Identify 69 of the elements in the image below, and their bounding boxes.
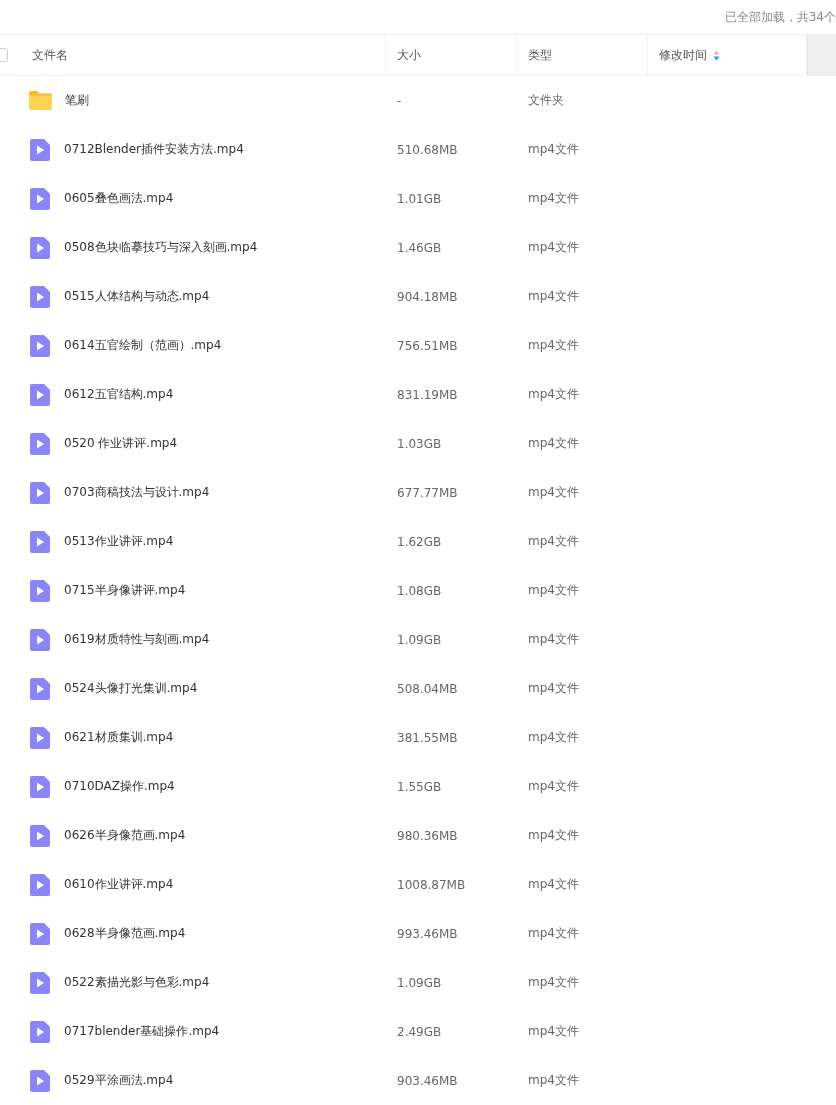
file-size: 903.46MB — [397, 1073, 458, 1088]
file-name[interactable]: 0628半身像范画.mp4 — [64, 925, 186, 942]
file-size: 381.55MB — [397, 730, 458, 745]
file-name[interactable]: 0710DAZ操作.mp4 — [64, 778, 175, 795]
file-name[interactable]: 0614五官绘制（范画）.mp4 — [64, 337, 222, 354]
file-size: 2.49GB — [397, 1024, 442, 1039]
file-name[interactable]: 笔刷 — [65, 92, 89, 109]
file-name[interactable]: 0621材质集训.mp4 — [64, 729, 174, 746]
file-size: 1.55GB — [397, 779, 442, 794]
file-type: mp4文件 — [528, 877, 579, 891]
sort-icon[interactable] — [713, 49, 720, 61]
file-size: 1.08GB — [397, 583, 442, 598]
column-header[interactable]: 大小 — [397, 46, 421, 64]
file-name[interactable]: 0513作业讲评.mp4 — [64, 533, 174, 550]
file-type: mp4文件 — [528, 975, 579, 989]
file-type: mp4文件 — [528, 191, 579, 205]
file-size: 980.36MB — [397, 828, 458, 843]
file-type: mp4文件 — [528, 1073, 579, 1087]
file-size: 1.09GB — [397, 975, 442, 990]
file-size: 831.19MB — [397, 387, 458, 402]
file-type: mp4文件 — [528, 142, 579, 156]
file-type: mp4文件 — [528, 1024, 579, 1038]
file-type: 文件夹 — [528, 93, 564, 107]
file-name[interactable]: 0715半身像讲评.mp4 — [64, 582, 186, 599]
file-type: mp4文件 — [528, 583, 579, 597]
file-size: 510.68MB — [397, 142, 458, 157]
file-name[interactable]: 0522素描光影与色彩.mp4 — [64, 974, 210, 991]
file-size: 904.18MB — [397, 289, 458, 304]
file-name[interactable]: 0703商稿技法与设计.mp4 — [64, 484, 210, 501]
file-type: mp4文件 — [528, 681, 579, 695]
file-name[interactable]: 0508色块临摹技巧与深入刻画.mp4 — [64, 239, 258, 256]
file-name[interactable]: 0619材质特性与刻画.mp4 — [64, 631, 210, 648]
column-header[interactable]: 类型 — [528, 46, 552, 64]
file-size: - — [397, 93, 402, 108]
file-type: mp4文件 — [528, 485, 579, 499]
file-size: 1.01GB — [397, 191, 442, 206]
column-header[interactable]: 文件名 — [32, 46, 68, 64]
load-status-text: 已全部加载，共34个 — [724, 8, 836, 26]
file-name[interactable]: 0712Blender插件安装方法.mp4 — [64, 141, 244, 158]
file-size: 677.77MB — [397, 485, 458, 500]
file-type: mp4文件 — [528, 534, 579, 548]
file-type: mp4文件 — [528, 289, 579, 303]
file-size: 756.51MB — [397, 338, 458, 353]
file-type: mp4文件 — [528, 240, 579, 254]
file-size: 508.04MB — [397, 681, 458, 696]
file-name[interactable]: 0520 作业讲评.mp4 — [64, 435, 178, 452]
file-type: mp4文件 — [528, 436, 579, 450]
file-name[interactable]: 0529平涂画法.mp4 — [64, 1072, 174, 1089]
file-type: mp4文件 — [528, 926, 579, 940]
file-size: 1.46GB — [397, 240, 442, 255]
file-name[interactable]: 0610作业讲评.mp4 — [64, 876, 174, 893]
file-name[interactable]: 0612五官结构.mp4 — [64, 386, 174, 403]
file-type: mp4文件 — [528, 779, 579, 793]
file-name[interactable]: 0524头像打光集训.mp4 — [64, 680, 198, 697]
file-size: 993.46MB — [397, 926, 458, 941]
file-name[interactable]: 0717blender基础操作.mp4 — [64, 1023, 220, 1040]
file-size: 1008.87MB — [397, 877, 466, 892]
file-size: 1.09GB — [397, 632, 442, 647]
file-name[interactable]: 0515人体结构与动态.mp4 — [64, 288, 210, 305]
file-type: mp4文件 — [528, 632, 579, 646]
file-type: mp4文件 — [528, 387, 579, 401]
file-type: mp4文件 — [528, 828, 579, 842]
file-name[interactable]: 0605叠色画法.mp4 — [64, 190, 174, 207]
file-name[interactable]: 0626半身像范画.mp4 — [64, 827, 186, 844]
column-header[interactable]: 修改时间 — [659, 46, 707, 64]
file-size: 1.03GB — [397, 436, 442, 451]
file-size: 1.62GB — [397, 534, 442, 549]
file-type: mp4文件 — [528, 730, 579, 744]
file-type: mp4文件 — [528, 338, 579, 352]
